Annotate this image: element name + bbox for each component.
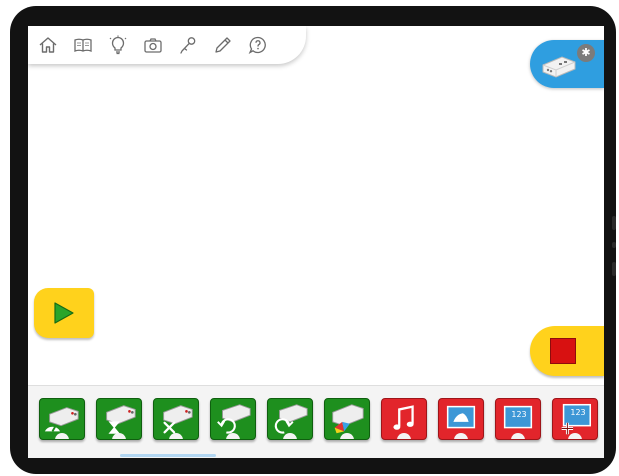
display-text-block[interactable]: 123 (495, 398, 541, 440)
block-number-label: 123 (511, 410, 527, 419)
side-button (612, 216, 616, 230)
add-to-display-block[interactable]: 123 (552, 398, 598, 440)
side-button (612, 242, 616, 248)
play-sound-block[interactable] (381, 398, 427, 440)
play-button[interactable] (34, 288, 94, 338)
block-connector (397, 433, 411, 439)
block-connector (112, 433, 126, 439)
stop-square-icon (550, 338, 576, 364)
display-image-block[interactable] (438, 398, 484, 440)
block-connector (454, 433, 468, 439)
pencil-icon[interactable] (209, 30, 236, 60)
smarthub-icon (542, 56, 576, 78)
palette-scrollbar[interactable] (120, 454, 216, 457)
side-button (612, 262, 616, 276)
motor-on-for-block[interactable] (96, 398, 142, 440)
motor-clockwise-block[interactable] (267, 398, 313, 440)
block-connector (55, 433, 69, 439)
block-connector (511, 433, 525, 439)
tablet-frame: ✱ 123 123 (0, 0, 619, 476)
book-icon[interactable] (69, 30, 96, 60)
block-connector (340, 433, 354, 439)
motor-power-block[interactable] (39, 398, 85, 440)
block-connector (169, 433, 183, 439)
block-palette: 123 123 (28, 385, 604, 458)
block-connector (226, 433, 240, 439)
stop-button[interactable] (530, 326, 604, 376)
hub-connect-button[interactable]: ✱ (530, 40, 604, 88)
block-connector (283, 433, 297, 439)
light-color-block[interactable] (324, 398, 370, 440)
lightbulb-icon[interactable] (104, 30, 131, 60)
help-icon[interactable] (244, 30, 271, 60)
motor-off-block[interactable] (153, 398, 199, 440)
bluetooth-icon: ✱ (577, 44, 595, 62)
home-icon[interactable] (34, 30, 61, 60)
top-toolbar (28, 26, 306, 64)
camera-icon[interactable] (139, 30, 166, 60)
play-triangle-icon (54, 302, 74, 324)
motor-anticlockwise-block[interactable] (210, 398, 256, 440)
microphone-icon[interactable] (174, 30, 201, 60)
app-screen: ✱ 123 123 (28, 26, 604, 458)
block-connector (568, 433, 582, 439)
block-number-label: 123 (570, 408, 586, 417)
